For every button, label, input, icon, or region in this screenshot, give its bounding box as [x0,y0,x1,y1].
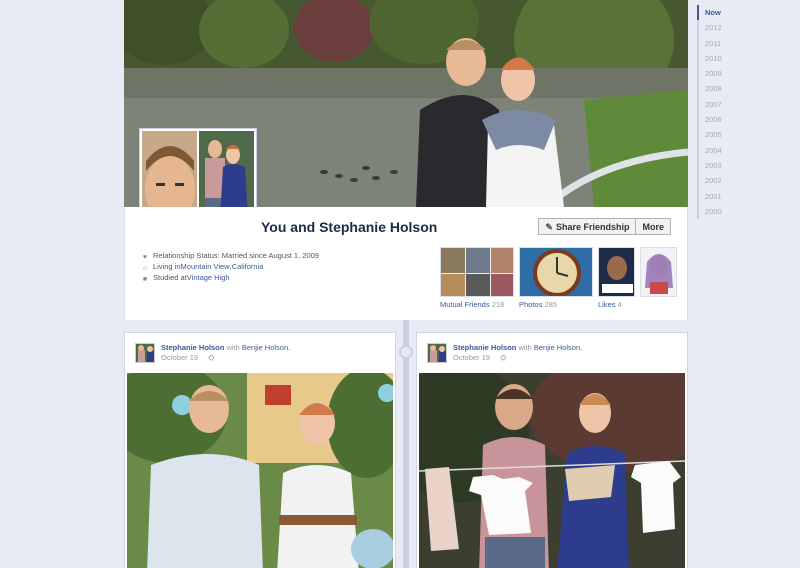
mutual-friends-count: 218 [491,300,505,309]
fact-living: ⌂ Living in Mountain View , California [141,261,319,272]
post-date[interactable]: October 19 [161,353,198,362]
privacy-icon[interactable]: ⛭ [208,353,214,362]
mutual-friends-thumbnail[interactable] [440,247,514,297]
timeline-year-nav: Now 2012 2011 2010 2009 2008 2007 2006 2… [697,5,737,220]
privacy-icon[interactable]: ⛭ [500,353,506,362]
post-title: Stephanie Holson with Benjie Holson. [453,343,582,352]
post-photo[interactable] [127,373,393,568]
year-2008[interactable]: 2008 [699,81,737,96]
fact-relationship-text: Relationship Status: Married since Augus… [153,251,319,260]
avatar[interactable] [427,343,447,363]
state-link[interactable]: California [232,261,264,272]
likes-thumbnail-1[interactable] [598,247,635,297]
post-tagged-link[interactable]: Benjie Holson. [242,343,290,352]
year-2012[interactable]: 2012 [699,20,737,35]
share-friendship-button[interactable]: ✎ Share Friendship [538,218,637,235]
likes-link[interactable]: Likes 4 [598,300,622,309]
post-with-text: with [518,343,532,352]
mutual-friends-label: Mutual Friends [440,300,490,309]
school-link[interactable]: Vintage High [187,272,230,283]
summary-thumbnails [440,247,677,297]
timeline-post: Stephanie Holson with Benjie Holson. Oct… [416,332,688,568]
post-with-text: with [226,343,240,352]
home-icon: ⌂ [142,264,148,272]
friendship-info-panel: You and Stephanie Holson ✎ Share Friendsh… [124,207,688,320]
year-2010[interactable]: 2010 [699,51,737,66]
fact-school: ■ Studied at Vintage High [141,272,319,283]
likes-thumbnail-2[interactable] [640,247,677,297]
header-actions: ✎ Share Friendship More [538,218,671,235]
year-2000[interactable]: 2000 [699,204,737,219]
year-2009[interactable]: 2009 [699,66,737,81]
photos-thumbnail[interactable] [519,247,593,297]
photos-label: Photos [519,300,543,309]
mutual-friends-link[interactable]: Mutual Friends 218 [440,300,504,309]
likes-label: Likes [598,300,616,309]
photos-count: 285 [544,300,557,309]
year-2005[interactable]: 2005 [699,127,737,142]
post-header: Stephanie Holson with Benjie Holson. Oct… [417,333,687,371]
timeline-post: Stephanie Holson with Benjie Holson. Oct… [124,332,396,568]
post-tagged-link[interactable]: Benjie Holson. [534,343,582,352]
year-2003[interactable]: 2003 [699,158,737,173]
more-button[interactable]: More [636,218,671,235]
year-2007[interactable]: 2007 [699,97,737,112]
year-2002[interactable]: 2002 [699,173,737,188]
friendship-facts: ♥ Relationship Status: Married since Aug… [141,250,319,283]
fact-living-prefix: Living in [153,262,181,271]
school-icon: ■ [142,275,148,283]
share-icon: ✎ [545,222,553,232]
fact-relationship: ♥ Relationship Status: Married since Aug… [141,250,319,261]
year-2001[interactable]: 2001 [699,189,737,204]
year-2006[interactable]: 2006 [699,112,737,127]
post-author-link[interactable]: Stephanie Holson [161,343,224,352]
post-header: Stephanie Holson with Benjie Holson. Oct… [125,333,395,371]
post-title: Stephanie Holson with Benjie Holson. [161,343,290,352]
post-author-link[interactable]: Stephanie Holson [453,343,516,352]
post-meta: October 19 ⛭ [161,353,214,363]
page-title: You and Stephanie Holson [261,219,438,235]
year-now[interactable]: Now [697,5,737,21]
post-date[interactable]: October 19 [453,353,490,362]
fact-school-prefix: Studied at [153,273,187,282]
share-friendship-label: Share Friendship [555,222,630,232]
likes-count: 4 [617,300,622,309]
post-photo[interactable] [419,373,685,568]
photos-link[interactable]: Photos 285 [519,300,557,309]
year-2004[interactable]: 2004 [699,143,737,158]
post-meta: October 19 ⛭ [453,353,506,363]
timeline-spine-dot [399,345,413,359]
year-2011[interactable]: 2011 [699,36,737,51]
heart-icon: ♥ [142,253,148,261]
avatar[interactable] [135,343,155,363]
more-label: More [642,222,664,232]
city-link[interactable]: Mountain View [181,261,230,272]
